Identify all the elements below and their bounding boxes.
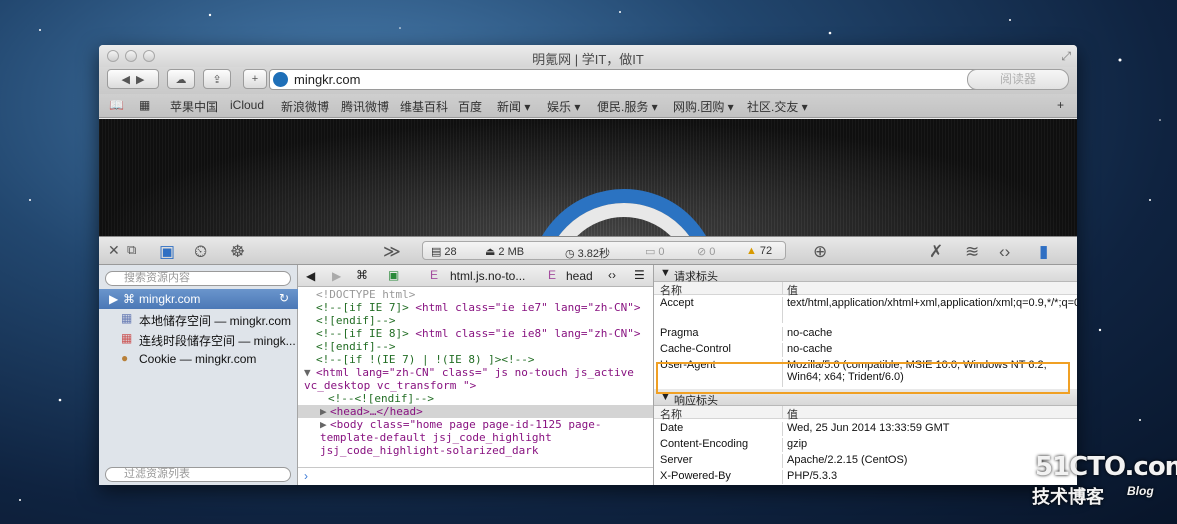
error-icon: ⊘ <box>697 246 707 258</box>
bookmark-item[interactable]: iCloud <box>230 98 264 112</box>
console-toggle-icon[interactable]: ≫ <box>383 242 401 262</box>
warning-icon: ▲ <box>746 245 757 257</box>
back-forward-buttons[interactable]: ◀ ▶ <box>107 69 159 89</box>
bookmark-item[interactable]: 腾讯微博 <box>341 98 389 115</box>
breadcrumb-file[interactable]: html.js.no-to... <box>450 269 525 283</box>
resource-search-input[interactable]: 搜索资源内容 <box>105 271 291 286</box>
resources-icon[interactable]: ▣ <box>159 242 175 262</box>
detach-inspector-icon[interactable]: ⧉ <box>127 242 136 258</box>
fullscreen-icon[interactable]: ⤢ <box>1061 49 1071 64</box>
table-row: Content-Encoding gzip <box>660 438 808 452</box>
back-icon[interactable]: ◀ <box>306 269 315 283</box>
resource-sidebar: 搜索资源内容 ▶ ⌘ mingkr.com ↻ ▦ 本地储存空间 — mingk… <box>99 265 298 485</box>
console-prompt[interactable]: › <box>298 467 653 485</box>
bookmark-item[interactable]: 苹果中国 <box>170 98 218 115</box>
new-tab-button[interactable]: + <box>243 69 267 89</box>
bookmark-item[interactable]: 新浪微博 <box>281 98 329 115</box>
safari-window: 明氪网 | 学IT，做IT ⤢ ◀ ▶ ☁ ⇪ + mingkr.com ↻ 阅… <box>99 45 1077 485</box>
address-bar[interactable]: mingkr.com ↻ <box>269 69 999 90</box>
inspect-element-icon[interactable]: ⊕ <box>813 242 827 262</box>
site-favicon-icon <box>273 72 288 87</box>
watermark-sub: 技术博客 <box>1032 487 1104 507</box>
share-icon[interactable]: ⇪ <box>203 69 231 89</box>
bookmark-item[interactable]: 便民.服务 ▾ <box>597 98 658 115</box>
document-icon: ▤ <box>431 246 442 258</box>
icloud-tabs-icon[interactable]: ☁ <box>167 69 195 89</box>
sidebar-item-mingkr[interactable]: ▶ ⌘ mingkr.com ↻ <box>99 289 298 309</box>
response-headers-columns: 名称 值 <box>654 406 1077 421</box>
top-sites-icon[interactable]: ▦ <box>139 98 150 112</box>
bookmark-item[interactable]: 社区.交友 ▾ <box>747 98 808 115</box>
bookmark-item[interactable]: 娱乐 ▾ <box>547 98 580 115</box>
table-row: Server Apache/2.2.15 (CentOS) <box>660 454 908 468</box>
sidebar-item-session-storage[interactable]: ▦ 连线时段储存空间 — mingk... <box>99 329 298 349</box>
title-bar: 明氪网 | 学IT，做IT ⤢ <box>99 45 1077 67</box>
add-bookmark-icon[interactable]: + <box>1057 98 1064 112</box>
dom-tree-panel: ◀ ▶ ⌘ ▣ E html.js.no-to... E head ‹› ☰ <… <box>298 265 654 485</box>
code-view-icon[interactable]: ‹› <box>999 242 1010 262</box>
breadcrumb-node[interactable]: head <box>566 269 593 283</box>
layers-icon[interactable]: ≋ <box>965 242 979 262</box>
bookmark-item[interactable]: 网购.团购 ▾ <box>673 98 734 115</box>
page-icon: ⌘ <box>356 268 368 282</box>
breadcrumb: ◀ ▶ ⌘ ▣ E html.js.no-to... E head ‹› ☰ <box>298 265 653 287</box>
clock-icon: ◷ <box>565 247 575 260</box>
resource-filter-input[interactable]: 过滤资源列表 <box>105 467 291 482</box>
close-inspector-icon[interactable]: ✕ <box>108 242 120 259</box>
disclosure-icon[interactable]: ▶ <box>109 292 118 306</box>
forward-icon[interactable]: ▶ <box>332 269 341 283</box>
sidebar-item-cookie[interactable]: ● Cookie — mingkr.com <box>99 349 298 369</box>
timeline-icon[interactable]: ⏲ <box>194 242 207 262</box>
resource-stats: ▤ 28 ⏏ 2 MB ◷ 3.82秒 ▭ 0 ⊘ 0 ▲ 72 <box>422 241 786 260</box>
table-row: X-Powered-By PHP/5.3.3 <box>660 470 838 484</box>
element-icon: E <box>430 268 439 282</box>
debugger-icon[interactable]: ☸ <box>230 242 245 262</box>
watermark-blog: Blog <box>1127 484 1154 498</box>
sidebar-item-local-storage[interactable]: ▦ 本地储存空间 — mingkr.com <box>99 309 298 329</box>
request-headers-columns: 名称 值 <box>654 282 1077 297</box>
refresh-icon[interactable]: ↻ <box>279 291 289 305</box>
code-icon[interactable]: ‹› <box>608 268 616 282</box>
bookmark-item[interactable]: 百度 <box>458 98 482 115</box>
watermark-site: 51CTO.com <box>1035 452 1177 482</box>
web-inspector-toolbar: ✕ ⧉ ▣ ⏲ ☸ ≫ ▤ 28 ⏏ 2 MB ◷ 3.82秒 ▭ 0 ⊘ 0 ▲ 72 ⊕… <box>99 236 1077 265</box>
table-row: Cache-Control no-cache <box>660 343 833 357</box>
reader-button[interactable]: 阅读器 <box>967 69 1069 90</box>
window-title: 明氪网 | 学IT，做IT <box>532 52 644 67</box>
document-icon: ▣ <box>388 268 400 282</box>
table-row: Pragma no-cache <box>660 327 833 341</box>
browser-toolbar: ◀ ▶ ☁ ⇪ + mingkr.com ↻ 阅读器 <box>99 67 1077 94</box>
menu-icon[interactable]: ☰ <box>634 268 645 282</box>
bookmark-item[interactable]: 维基百科 <box>400 98 448 115</box>
bookmark-item[interactable]: 新闻 ▾ <box>497 98 530 115</box>
url-text: mingkr.com <box>294 72 361 87</box>
disclosure-icon[interactable]: ▼ <box>660 267 671 279</box>
request-headers-section[interactable]: ▼ 请求标头 <box>654 265 1077 283</box>
tools-icon[interactable]: ✗ <box>929 242 943 262</box>
message-icon: ▭ <box>645 246 656 258</box>
table-icon: ▦ <box>121 311 133 325</box>
user-agent-highlight <box>656 362 1070 394</box>
cookie-icon: ● <box>121 351 129 365</box>
table-row: Date Wed, 25 Jun 2014 13:33:59 GMT <box>660 422 950 436</box>
page-details-icon[interactable]: ▮ <box>1039 242 1048 262</box>
weight-icon: ⏏ <box>485 246 496 258</box>
page-icon: ⌘ <box>123 292 135 306</box>
table-row: Accept text/html,application/xhtml+xml,ap… <box>654 297 1077 323</box>
bookmarks-bar: 📖 ▦ 苹果中国 iCloud 新浪微博 腾讯微博 维基百科 百度 新闻 ▾ 娱… <box>99 94 1077 118</box>
page-content <box>99 119 1077 236</box>
reading-list-icon[interactable]: 📖 <box>109 98 124 112</box>
element-icon: E <box>548 268 557 282</box>
table-icon: ▦ <box>121 331 133 345</box>
